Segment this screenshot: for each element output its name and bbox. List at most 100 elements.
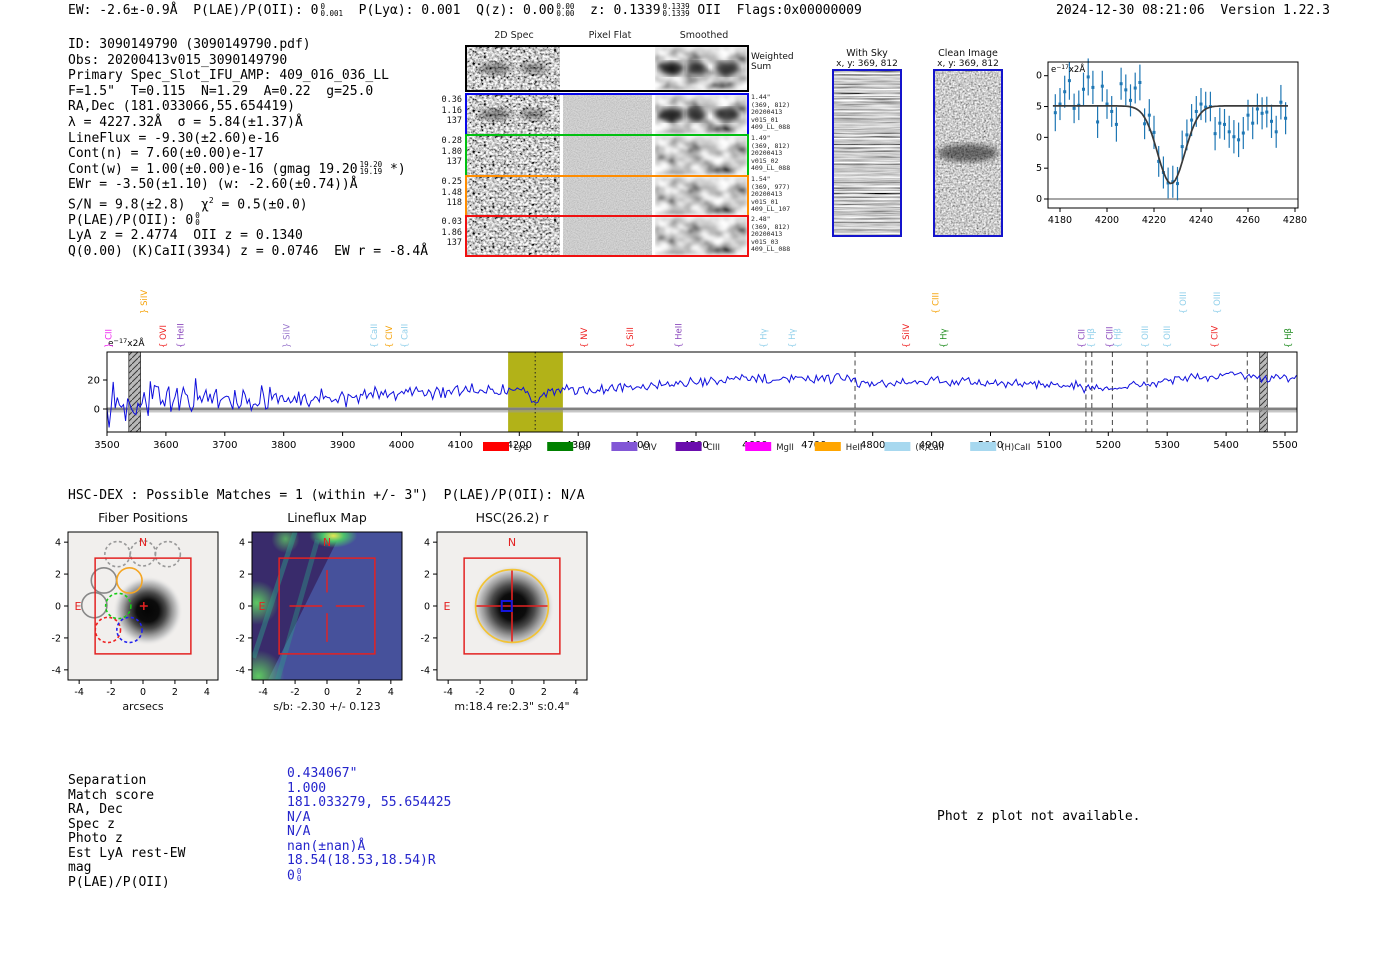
spec2d-row-3 xyxy=(465,175,749,217)
line-label-OIII: { OIII xyxy=(1163,326,1173,348)
pixelflat-image xyxy=(563,95,652,134)
info-line-0: ID: 3090149790 (3090149790.pdf) xyxy=(68,37,311,52)
smoothed-image xyxy=(655,136,747,175)
svg-text:OII: OII xyxy=(578,443,590,453)
report-datetime: 2024-12-30 08:21:06 xyxy=(1056,3,1205,18)
svg-text:-4: -4 xyxy=(421,665,430,676)
line-label-OIII: { OIII xyxy=(1141,326,1151,348)
cutout-lineflux-map-xlabel: s/b: -2.30 +/- 0.123 xyxy=(273,700,380,713)
match-row-label-0: Separation xyxy=(68,773,147,788)
cutout-hsc-r-title: HSC(26.2) r xyxy=(476,510,550,525)
svg-text:4220: 4220 xyxy=(1142,215,1166,226)
svg-text:-2: -2 xyxy=(421,633,430,644)
line-label-OVI: { OVI xyxy=(159,325,169,348)
svg-text:5: 5 xyxy=(1036,163,1042,174)
svg-text:0: 0 xyxy=(424,602,430,613)
spec2d-row-3-stats: 0.25 1.48 118 xyxy=(441,177,462,208)
svg-text:4: 4 xyxy=(204,687,210,698)
cutout-fiber-positions-xlabel: arcsecs xyxy=(122,700,164,713)
svg-text:5200: 5200 xyxy=(1096,440,1121,451)
svg-text:4: 4 xyxy=(573,687,579,698)
pixelflat-image xyxy=(563,217,652,255)
svg-text:15: 15 xyxy=(1035,102,1042,113)
header-datetime-version: 2024-12-30 08:21:06 Version 1.22.3 xyxy=(1056,3,1330,18)
svg-text:CIII: CIII xyxy=(707,443,720,453)
match-row-value-3: N/A xyxy=(287,809,311,825)
cutout-hsc-r: N E -4 -4 -2 -2 0 0 2 2 4 4 HSC(26.2) r m:18.4 re:2.3… xyxy=(421,510,588,713)
svg-text:0: 0 xyxy=(509,687,515,698)
svg-text:4100: 4100 xyxy=(448,440,473,451)
svg-text:(K)CaII: (K)CaII xyxy=(915,443,943,453)
photz-note: Phot z plot not available. xyxy=(937,809,1141,824)
smoothed-image xyxy=(655,95,747,134)
line-label-CIV: { CIV xyxy=(1210,325,1220,348)
svg-text:(H)CaII: (H)CaII xyxy=(1001,443,1030,453)
svg-text:3700: 3700 xyxy=(212,440,237,451)
svg-text:-2: -2 xyxy=(106,687,115,698)
cutout-lineflux-map-title: Lineflux Map xyxy=(287,510,367,525)
info-line-11-range: 00 xyxy=(195,211,200,228)
line-label-Hγ: { Hγ xyxy=(939,328,949,348)
spec2d-row-2 xyxy=(465,134,749,177)
pixelflat-image xyxy=(563,47,652,90)
line-label-OIII: { OIII xyxy=(1179,292,1189,314)
info-line-11: P(LAE)/P(OII): 000 xyxy=(68,211,200,228)
line-label-Hβ: { Hβ xyxy=(1087,328,1097,348)
info-line-12: LyA z = 2.4774 OII z = 0.1340 xyxy=(68,228,303,244)
line-label-HeII: { HeII xyxy=(177,323,187,348)
header-metrics: EW: -2.6±-0.9Å P(LAE)/P(OII): 0 0 0.001 P(… xyxy=(68,1,862,18)
svg-text:10: 10 xyxy=(1035,132,1042,143)
pixelflat-image xyxy=(563,177,652,215)
svg-text:4180: 4180 xyxy=(1048,215,1072,226)
svg-text:2: 2 xyxy=(172,687,178,698)
match-row-value-2: 181.033279, 55.654425 xyxy=(287,795,452,810)
svg-text:N: N xyxy=(139,536,147,549)
match-row-label-3: Spec z xyxy=(68,816,115,832)
match-row-value-7: 000 xyxy=(287,866,302,883)
svg-text:2: 2 xyxy=(424,570,430,581)
svg-text:0: 0 xyxy=(94,405,100,416)
line-label-CII: } CII xyxy=(105,329,115,348)
info-line-6: LineFlux = -9.30(±2.60)e-16 xyxy=(68,130,280,146)
cutout-hsc-r-xlabel: m:18.4 re:2.3" s:0.4" xyxy=(454,700,569,713)
smoothed-image xyxy=(655,47,747,90)
match-row-value-1: 1.000 xyxy=(287,780,327,796)
line-label-Hβ: { Hβ xyxy=(1114,328,1124,348)
line-label-OIII: { OIII xyxy=(1213,292,1223,314)
spec2d-row-0 xyxy=(465,45,749,92)
cutout-fiber-positions: N E -4 -4 -2 -2 0 0 2 2 4 4 Fiber Positions arcsecs xyxy=(52,510,219,713)
spec2d-col-title-2dspec: 2D Spec xyxy=(494,30,534,41)
info-line-4: RA,Dec (181.033066,55.654419) xyxy=(68,99,295,115)
spec2d-row-2-id: 1.49" (369, 812) 20200413 v015_02 409_LL_088 xyxy=(751,134,791,173)
svg-text:E: E xyxy=(259,600,266,613)
header-range: 0.1339 0.1339 xyxy=(662,1,690,18)
line-label-SiIV: { SiIV xyxy=(902,324,912,348)
pixelflat-image xyxy=(563,136,652,175)
match-row-label-1: Match score xyxy=(68,787,155,803)
info-line-3: F=1.5" T=0.115 N=1.29 A=0.22 g=25.0 xyxy=(68,83,374,99)
svg-text:5500: 5500 xyxy=(1272,440,1297,451)
svg-text:-4: -4 xyxy=(258,687,267,698)
svg-text:4260: 4260 xyxy=(1236,215,1260,226)
svg-text:2: 2 xyxy=(239,570,245,581)
info-line-8-range: 19.20 19.19 xyxy=(359,160,383,177)
info-line-2: Primary Spec_Slot_IFU_AMP: 409_016_036_L… xyxy=(68,68,389,84)
with-sky-image xyxy=(832,69,902,237)
svg-text:5300: 5300 xyxy=(1154,440,1179,451)
svg-text:-2: -2 xyxy=(290,687,299,698)
info-block: ID: 3090149790 (3090149790.pdf) Obs: 2020… xyxy=(68,37,428,260)
svg-text:4: 4 xyxy=(55,538,61,549)
match-row-value-6: 18.54(18.53,18.54)R xyxy=(287,853,436,868)
line-label-Hβ: { Hβ xyxy=(1284,328,1294,348)
line-label-SiIV: } SiIV xyxy=(140,290,150,314)
svg-text:HeII: HeII xyxy=(846,443,863,453)
info-line-5: λ = 4227.32Å σ = 5.84(±1.37)Å xyxy=(68,114,303,130)
svg-text:2: 2 xyxy=(541,687,547,698)
line-label-CaII: { CaII xyxy=(370,324,380,348)
spec2d-col-title-pixelflat: Pixel Flat xyxy=(588,30,632,41)
svg-text:20: 20 xyxy=(1035,71,1042,82)
clean-image-title: Clean Image xyxy=(938,48,998,59)
svg-text:-4: -4 xyxy=(236,665,245,676)
line-label-SiII: { SiII xyxy=(626,327,636,348)
svg-text:4280: 4280 xyxy=(1283,215,1307,226)
